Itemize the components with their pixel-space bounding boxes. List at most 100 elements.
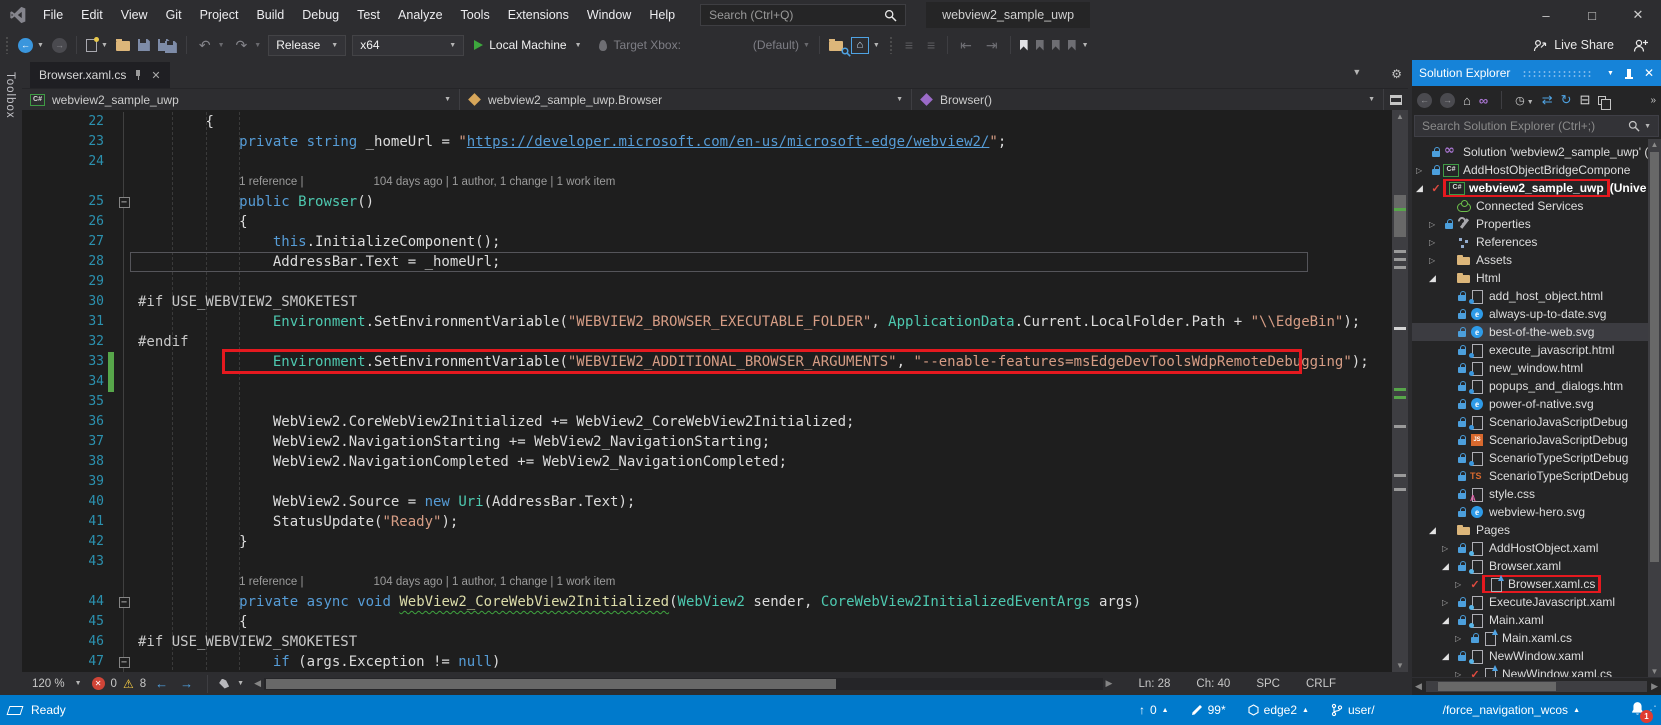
code-line-35[interactable]: 35 (22, 392, 1392, 412)
line-indicator[interactable]: Ln: 28 (1138, 678, 1170, 690)
code-line-46[interactable]: 46 #if USE_WEBVIEW2_SMOKETEST (22, 632, 1392, 652)
project-dropdown[interactable]: C# webview2_sample_uwp ▼ (22, 89, 460, 110)
expander-closed-icon[interactable]: ▷ (1442, 544, 1455, 553)
save-all-button[interactable] (154, 33, 181, 57)
code-line-42[interactable]: 42 } (22, 532, 1392, 552)
code-line-30[interactable]: 30 #if USE_WEBVIEW2_SMOKETEST (22, 292, 1392, 312)
navigate-forward-icon[interactable]: → (177, 676, 196, 691)
increase-indent-button[interactable]: ⇥ (979, 33, 1005, 57)
switch-views-icon[interactable]: ∞ (1479, 93, 1488, 108)
repository-button[interactable]: edge2 ▲ (1248, 703, 1309, 717)
line-ending-indicator[interactable]: CRLF (1306, 678, 1336, 690)
deployment-target-dropdown[interactable]: (Default) ▼ (749, 33, 814, 57)
code-line-24[interactable]: 24 (22, 152, 1392, 172)
tree-item-scenariotypescriptdebug[interactable]: ScenarioTypeScriptDebug (1412, 467, 1661, 485)
tree-item-add-host-object-html[interactable]: add_host_object.html (1412, 287, 1661, 305)
tab-list-dropdown-icon[interactable]: ▼ (1352, 67, 1361, 81)
home-icon[interactable]: ⌂ (1463, 93, 1471, 108)
tree-item-html[interactable]: ◢ Html (1412, 269, 1661, 287)
live-share-button[interactable]: Live Share (1532, 38, 1661, 53)
expander-open-icon[interactable]: ◢ (1429, 525, 1442, 536)
tree-item-properties[interactable]: ▷ Properties (1412, 215, 1661, 233)
zoom-dropdown[interactable]: 120 % ▼ (28, 678, 86, 690)
split-editor-button[interactable] (1384, 89, 1408, 110)
error-count[interactable]: 0 (111, 678, 117, 690)
code-line-39[interactable]: 39 (22, 472, 1392, 492)
solution-explorer-search[interactable]: Search Solution Explorer (Ctrl+;) ▼ (1414, 115, 1659, 137)
menu-help[interactable]: Help (640, 0, 684, 30)
close-icon[interactable]: ✕ (1644, 66, 1654, 80)
tree-item-pages[interactable]: ◢ Pages (1412, 521, 1661, 539)
comment-button[interactable]: ≡ (898, 33, 920, 57)
start-debugging-button[interactable]: Local Machine ▼ (467, 33, 588, 57)
tree-horizontal-scrollbar[interactable]: ◀ ▶ (1412, 677, 1661, 695)
tree-item-best-of-the-web-svg[interactable]: best-of-the-web.svg (1412, 323, 1661, 341)
menu-extensions[interactable]: Extensions (499, 0, 578, 30)
tree-item-webview-hero-svg[interactable]: webview-hero.svg (1412, 503, 1661, 521)
code-line-32[interactable]: 32 #endif (22, 332, 1392, 352)
menu-tools[interactable]: Tools (452, 0, 499, 30)
outgoing-commits-button[interactable]: ↑ 0 ▲ (1139, 703, 1169, 717)
expander-open-icon[interactable]: ◢ (1442, 651, 1455, 662)
code-line-40[interactable]: 40 WebView2.Source = new Uri(AddressBar.… (22, 492, 1392, 512)
code-line-43[interactable]: 43 (22, 552, 1392, 572)
feature-flag-button[interactable]: /force_navigation_wcos ▲ (1443, 703, 1580, 717)
code-line-22[interactable]: 22 { (22, 112, 1392, 132)
tree-vertical-scrollbar[interactable]: ▲ ▼ (1648, 139, 1661, 677)
minimize-button[interactable]: – (1523, 0, 1569, 30)
sync-with-active-document-icon[interactable]: ⇄ (1542, 92, 1553, 108)
spaces-indicator[interactable]: SPC (1256, 678, 1280, 690)
expander-closed-icon[interactable]: ▷ (1455, 670, 1468, 678)
solution-explorer-titlebar[interactable]: Solution Explorer ▼ ✕ (1412, 60, 1661, 86)
code-line-31[interactable]: 31 Environment.SetEnvironmentVariable("W… (22, 312, 1392, 332)
tree-item-connected-services[interactable]: Connected Services (1412, 197, 1661, 215)
undo-button[interactable]: ↶ ▼ (192, 33, 229, 57)
collapse-region-icon[interactable]: − (118, 196, 130, 208)
collapse-region-icon[interactable]: − (118, 656, 130, 668)
tree-item-scenariojavascriptdebug[interactable]: ScenarioJavaScriptDebug (1412, 413, 1661, 431)
code-line-47[interactable]: 47− if (args.Exception != null) (22, 652, 1392, 672)
tree-item-solution-webview2-sample-uwp-3[interactable]: Solution 'webview2_sample_uwp' (3 (1412, 143, 1661, 161)
expander-closed-icon[interactable]: ▷ (1455, 634, 1468, 643)
code-editor[interactable]: 22 {23 private string _homeUrl = "https:… (22, 110, 1408, 672)
tree-item-always-up-to-date-svg[interactable]: always-up-to-date.svg (1412, 305, 1661, 323)
window-options-gear-icon[interactable]: ⚙ (1391, 67, 1402, 81)
refresh-icon[interactable]: ↻ (1561, 92, 1572, 108)
menu-window[interactable]: Window (578, 0, 640, 30)
code-line-44[interactable]: 44− private async void WebView2_CoreWebV… (22, 592, 1392, 612)
code-line-37[interactable]: 37 WebView2.NavigationStarting += WebVie… (22, 432, 1392, 452)
notifications-button[interactable]: 1 (1630, 701, 1653, 723)
pin-icon[interactable] (134, 69, 143, 81)
solution-platform-dropdown[interactable]: x64 ▼ (352, 34, 465, 56)
code-line-41[interactable]: 41 StatusUpdate("Ready"); (22, 512, 1392, 532)
webview-home-button[interactable]: ⌂ ▼ (847, 33, 884, 57)
editor-vertical-scrollbar[interactable]: ▲ ▼ (1392, 110, 1408, 672)
code-line-23[interactable]: 23 private string _homeUrl = "https://de… (22, 132, 1392, 152)
tree-item-newwindow-xaml[interactable]: ◢ NewWindow.xaml (1412, 647, 1661, 665)
tree-item-execute-javascript-html[interactable]: execute_javascript.html (1412, 341, 1661, 359)
code-line-34[interactable]: 34 (22, 372, 1392, 392)
expander-closed-icon[interactable]: ▷ (1429, 238, 1442, 247)
add-user-icon[interactable] (1633, 38, 1649, 53)
code-line-45[interactable]: 45 { (22, 612, 1392, 632)
toggle-bookmark-button[interactable] (1016, 33, 1032, 57)
code-cleanup-icon[interactable] (219, 678, 230, 689)
decrease-indent-button[interactable]: ⇤ (953, 33, 979, 57)
collapse-all-icon[interactable]: ⊟ (1580, 92, 1591, 108)
tree-item-new-window-html[interactable]: new_window.html (1412, 359, 1661, 377)
column-indicator[interactable]: Ch: 40 (1196, 678, 1230, 690)
tree-item-scenariotypescriptdebug[interactable]: ScenarioTypeScriptDebug (1412, 449, 1661, 467)
code-line-25[interactable]: 25− public Browser() (22, 192, 1392, 212)
code-line-27[interactable]: 27 this.InitializeComponent(); (22, 232, 1392, 252)
tab-close-icon[interactable]: ✕ (151, 69, 160, 82)
next-bookmark-button[interactable] (1048, 33, 1064, 57)
navigate-forward-button[interactable]: → (48, 33, 71, 57)
horizontal-scrollbar-thumb[interactable] (265, 678, 837, 689)
save-button[interactable] (134, 33, 154, 57)
expander-closed-icon[interactable]: ▷ (1429, 256, 1442, 265)
menu-analyze[interactable]: Analyze (389, 0, 451, 30)
type-dropdown[interactable]: webview2_sample_uwp.Browser ▼ (460, 89, 912, 110)
branch-button[interactable]: user/ (1331, 703, 1375, 717)
tree-item-addhostobjectbridgecompone[interactable]: ▷ AddHostObjectBridgeCompone (1412, 161, 1661, 179)
navigate-backward-icon[interactable]: ← (152, 676, 171, 691)
